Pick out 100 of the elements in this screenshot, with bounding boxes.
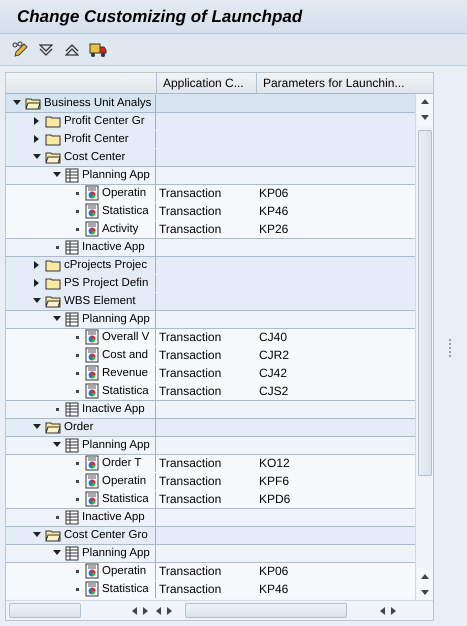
collapse-arrow-icon[interactable] [53,172,61,178]
bullet-icon [76,228,78,231]
tree-node-label[interactable]: WBS Element [64,295,136,308]
bullet-icon [76,372,78,375]
table-cell: Transaction [159,366,222,380]
bullet-icon [56,246,58,249]
tree-node-label[interactable]: Inactive App [82,511,145,524]
collapse-arrow-icon[interactable] [33,298,41,304]
table-cell: CJ42 [259,366,288,380]
table-cell: Transaction [159,582,222,596]
table-cell: Transaction [159,456,222,470]
tree-node-label[interactable]: PS Project Defin [64,277,148,290]
column-header[interactable]: Parameters for Launchin... [256,73,416,93]
tree-node-label[interactable]: Operatin [102,475,146,488]
tree-node-label[interactable]: Planning App [82,439,150,452]
table-cell: CJR2 [259,348,290,362]
tree-node-label[interactable]: Statistica [102,583,149,596]
tree-node-label[interactable]: Order T [102,457,142,470]
splitter-handle-icon[interactable] [449,339,452,359]
tree-node-label[interactable]: Operatin [102,187,146,200]
expand-arrow-icon[interactable] [34,279,40,288]
bullet-icon [76,210,78,213]
tree-node-label[interactable]: Inactive App [82,241,145,254]
scroll-down-icon[interactable] [417,584,432,600]
scroll-thumb[interactable] [9,603,81,618]
table-cell: Transaction [159,186,222,200]
table-cell: Transaction [159,348,222,362]
bullet-icon [76,498,78,501]
bullet-icon [76,354,78,357]
collapse-arrow-icon[interactable] [33,154,41,160]
bullet-icon [76,390,78,393]
scroll-up-icon[interactable] [417,94,432,110]
tree-node-label[interactable]: Revenue [102,367,148,380]
bullet-icon [76,480,78,483]
folder-icon [45,294,61,308]
vertical-scrollbar[interactable] [415,94,433,600]
table-cell: Transaction [159,222,222,236]
table-cell: KPF6 [259,474,290,488]
table-cell: KP46 [259,582,288,596]
tree-node-label[interactable]: Cost and [102,349,148,362]
scroll-down-icon[interactable] [417,110,432,126]
tree-node-label[interactable]: Cost Center [64,151,126,164]
scroll-thumb[interactable] [418,130,432,476]
column-header[interactable]: Application C... [156,73,256,93]
collapse-arrow-icon[interactable] [33,424,41,430]
table-cell: CJS2 [259,384,288,398]
tree-node-label[interactable]: Profit Center [64,133,129,146]
table-icon [65,510,79,525]
table-cell: KP46 [259,204,288,218]
bullet-icon [76,336,78,339]
tree-node-label[interactable]: cProjects Projec [64,259,148,272]
window-title: Change Customizing of Launchpad [17,6,302,26]
collapse-arrow-icon[interactable] [53,442,61,448]
bullet-icon [76,570,78,573]
tree-node-label[interactable]: Planning App [82,547,150,560]
scroll-up-icon[interactable] [417,568,432,584]
table-cell: Transaction [159,564,222,578]
tree-node-label[interactable]: Planning App [82,313,150,326]
table-cell: KPD6 [259,492,290,506]
table-cell: KP06 [259,564,288,578]
bullet-icon [76,588,78,591]
expand-arrow-icon[interactable] [34,261,40,270]
bullet-icon [56,408,58,411]
collapse-arrow-icon[interactable] [53,316,61,322]
tree-node-label[interactable]: Planning App [82,169,150,182]
tree-node-label[interactable]: Operatin [102,565,146,578]
tree-node-label[interactable]: Statistica [102,385,149,398]
table-cell: Transaction [159,474,222,488]
table-icon [65,240,79,255]
table-cell: Transaction [159,330,222,344]
scroll-thumb[interactable] [185,603,347,618]
tree-node-label[interactable]: Order [64,421,94,434]
tree-node-label[interactable]: Statistica [102,493,149,506]
tree-node-label[interactable]: Overall V [102,331,150,344]
table-cell: CJ40 [259,330,288,344]
bullet-icon [76,192,78,195]
folder-icon [45,420,61,434]
table-cell: KO12 [259,456,290,470]
collapse-arrow-icon[interactable] [33,532,41,538]
expand-arrow-icon[interactable] [34,117,40,126]
tree-node-label[interactable]: Statistica [102,205,149,218]
tree-node-label[interactable]: Inactive App [82,403,145,416]
folder-icon [25,96,41,110]
collapse-arrow-icon[interactable] [13,100,21,106]
bullet-icon [76,462,78,465]
folder-icon [45,150,61,164]
table-icon [65,402,79,417]
tree-node-label[interactable]: Activity [102,223,138,236]
bullet-icon [56,516,58,519]
table-cell: KP26 [259,222,288,236]
collapse-arrow-icon[interactable] [53,550,61,556]
table-cell: Transaction [159,384,222,398]
tree-node-label[interactable]: Business Unit Analys [44,97,152,110]
expand-arrow-icon[interactable] [34,135,40,144]
table-cell: Transaction [159,204,222,218]
table-cell: KP06 [259,186,288,200]
table-cell: Transaction [159,492,222,506]
tree-node-label[interactable]: Profit Center Gr [64,115,145,128]
edit-glasses-icon[interactable] [10,40,30,60]
tree-node-label[interactable]: Cost Center Gro [64,529,148,542]
